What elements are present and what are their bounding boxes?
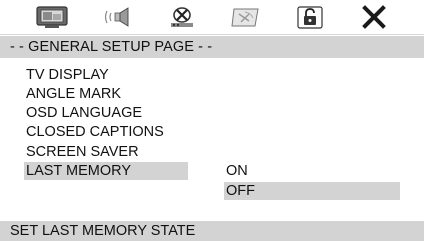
option-on[interactable]: ON [224, 162, 400, 180]
general-setup-icon[interactable] [34, 4, 70, 30]
exit-icon[interactable] [356, 4, 392, 30]
preference-lock-icon[interactable] [292, 4, 328, 30]
menu-item-closed-captions[interactable]: CLOSED CAPTIONS [24, 123, 188, 141]
toolbar-divider [0, 34, 424, 35]
menu-item-last-memory[interactable]: LAST MEMORY [24, 162, 188, 180]
menu-item-osd-language[interactable]: OSD LANGUAGE [24, 104, 188, 122]
status-bar: SET LAST MEMORY STATE [0, 221, 424, 241]
menu-item-screen-saver[interactable]: SCREEN SAVER [24, 143, 188, 161]
video-setup-icon[interactable] [228, 4, 264, 30]
setup-toolbar [0, 0, 424, 34]
audio-setup-icon[interactable] [100, 4, 136, 30]
option-off[interactable]: OFF [224, 182, 400, 200]
menu-item-angle-mark[interactable]: ANGLE MARK [24, 85, 188, 103]
page-title: - - GENERAL SETUP PAGE - - [0, 36, 424, 58]
menu-item-tv-display[interactable]: TV DISPLAY [24, 66, 188, 84]
dolby-digital-icon[interactable] [164, 4, 200, 30]
